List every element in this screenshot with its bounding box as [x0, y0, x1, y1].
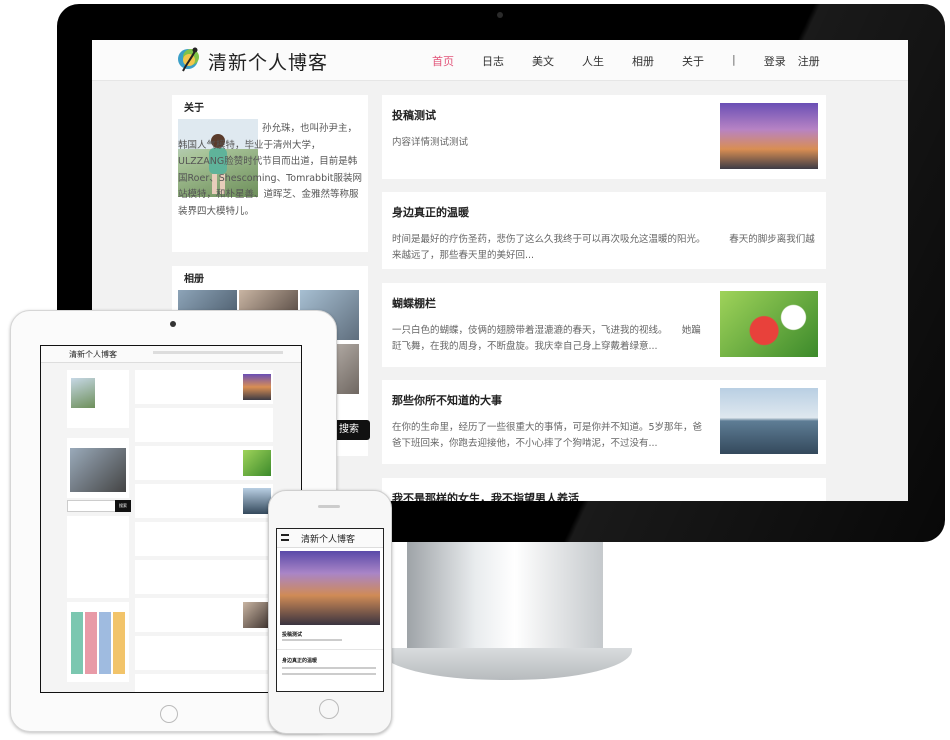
tablet-article-thumb — [243, 450, 271, 476]
main-nav: 首页 日志 美文 人生 相册 关于 | 登录 注册 — [432, 53, 848, 69]
article-excerpt: 时间是最好的疗伤圣药，悲伤了这么久我终于可以再次吸允这温暖的阳光。 春天的脚步离… — [392, 234, 815, 261]
article-title[interactable]: 蝴蝶棚栏 — [392, 295, 436, 311]
register-link[interactable]: 注册 — [798, 53, 820, 69]
phone-home-button — [319, 699, 339, 719]
article-title[interactable]: 那些你所不知道的大事 — [392, 392, 502, 408]
tablet-article-thumb — [243, 488, 271, 514]
tablet-article-card[interactable] — [135, 522, 273, 556]
nav-album[interactable]: 相册 — [632, 53, 654, 69]
imac-stand-neck — [407, 542, 603, 652]
article-card[interactable]: 投稿测试 内容详情测试测试 — [382, 95, 826, 179]
phone-site-screen: 清新个人博客 投稿测试 身边真正的温暖 — [276, 528, 384, 692]
tablet-article-card[interactable] — [135, 674, 273, 692]
tablet-nav — [153, 351, 283, 354]
article-thumb[interactable] — [720, 291, 818, 357]
phone-article-title[interactable]: 身边真正的温暖 — [282, 657, 317, 664]
tablet-search-button[interactable]: 搜索 — [115, 500, 131, 512]
article-excerpt: 一只白色的蝴蝶，伎俩的翅膀带着湿漉漉的春天，飞进我的视线。 她蹁跹飞舞，在我的周… — [392, 325, 701, 352]
phone-article-excerpt — [282, 639, 342, 641]
tablet-tag-cloud — [71, 612, 125, 674]
menu-icon[interactable] — [281, 534, 289, 541]
phone-featured-image[interactable] — [280, 551, 380, 625]
nav-life[interactable]: 人生 — [582, 53, 604, 69]
tablet-about-photo — [71, 378, 95, 408]
phone-article-title[interactable]: 投稿测试 — [282, 631, 302, 638]
phone-divider — [277, 649, 383, 650]
article-title[interactable]: 我不是那样的女生，我不指望男人养活 — [392, 490, 579, 501]
article-thumb[interactable] — [720, 103, 818, 169]
tablet-article-card[interactable] — [135, 560, 273, 594]
tablet-article-card[interactable] — [135, 408, 273, 442]
article-card[interactable]: 我不是那样的女生，我不指望男人养活 — [382, 478, 826, 501]
tablet-list-panel — [67, 516, 129, 598]
album-title: 相册 — [184, 274, 204, 285]
about-panel: 关于 孙允珠，也叫孙尹主，韩国人气模特，毕业于清州大学，ULZZANG脸赞时代节… — [172, 95, 368, 252]
nav-essays[interactable]: 美文 — [532, 53, 554, 69]
site-logo-text[interactable]: 清新个人博客 — [208, 48, 328, 75]
phone-article-excerpt — [282, 673, 376, 675]
imac-stand-foot — [380, 648, 632, 680]
phone-article-excerpt — [282, 667, 376, 669]
phone-logo-text: 清新个人博客 — [301, 535, 356, 545]
nav-about[interactable]: 关于 — [682, 53, 704, 69]
about-title: 关于 — [184, 103, 204, 114]
article-title[interactable]: 身边真正的温暖 — [392, 204, 469, 220]
article-title[interactable]: 投稿测试 — [392, 107, 436, 123]
article-card[interactable]: 身边真正的温暖 时间是最好的疗伤圣药，悲伤了这么久我终于可以再次吸允这温暖的阳光… — [382, 192, 826, 269]
article-excerpt: 在你的生命里，经历了一些很重大的事情，可是你并不知道。5岁那年，爸爸下班回来，你… — [392, 422, 703, 449]
article-card[interactable]: 那些你所不知道的大事 在你的生命里，经历了一些很重大的事情，可是你并不知道。5岁… — [382, 380, 826, 464]
tablet-tags-panel — [67, 602, 129, 682]
tablet-article-thumb — [243, 602, 271, 628]
tablet-album-thumbs — [70, 448, 126, 492]
tablet-site-screen: 清新个人博客 搜索 — [40, 345, 302, 693]
about-text: 孙允珠，也叫孙尹主，韩国人气模特，毕业于清州大学，ULZZANG脸赞时代节目而出… — [178, 123, 362, 217]
article-card[interactable]: 蝴蝶棚栏 一只白色的蝴蝶，伎俩的翅膀带着湿漉漉的春天，飞进我的视线。 她蹁跹飞舞… — [382, 283, 826, 367]
site-header: 清新个人博客 首页 日志 美文 人生 相册 关于 | 登录 注册 — [92, 40, 908, 81]
tablet-logo-text: 清新个人博客 — [69, 350, 117, 359]
tablet-article-thumb — [243, 374, 271, 400]
nav-home[interactable]: 首页 — [432, 53, 454, 69]
login-link[interactable]: 登录 — [764, 53, 786, 69]
phone-speaker — [318, 505, 340, 508]
tablet-article-card[interactable] — [135, 636, 273, 670]
tablet-camera-icon — [170, 321, 176, 327]
article-thumb[interactable] — [720, 388, 818, 454]
tablet-home-button — [160, 705, 178, 723]
nav-separator: | — [732, 53, 736, 66]
logo-icon — [178, 47, 199, 72]
article-excerpt: 内容详情测试测试 — [392, 137, 469, 148]
imac-camera-icon — [497, 12, 503, 18]
nav-diary[interactable]: 日志 — [482, 53, 504, 69]
